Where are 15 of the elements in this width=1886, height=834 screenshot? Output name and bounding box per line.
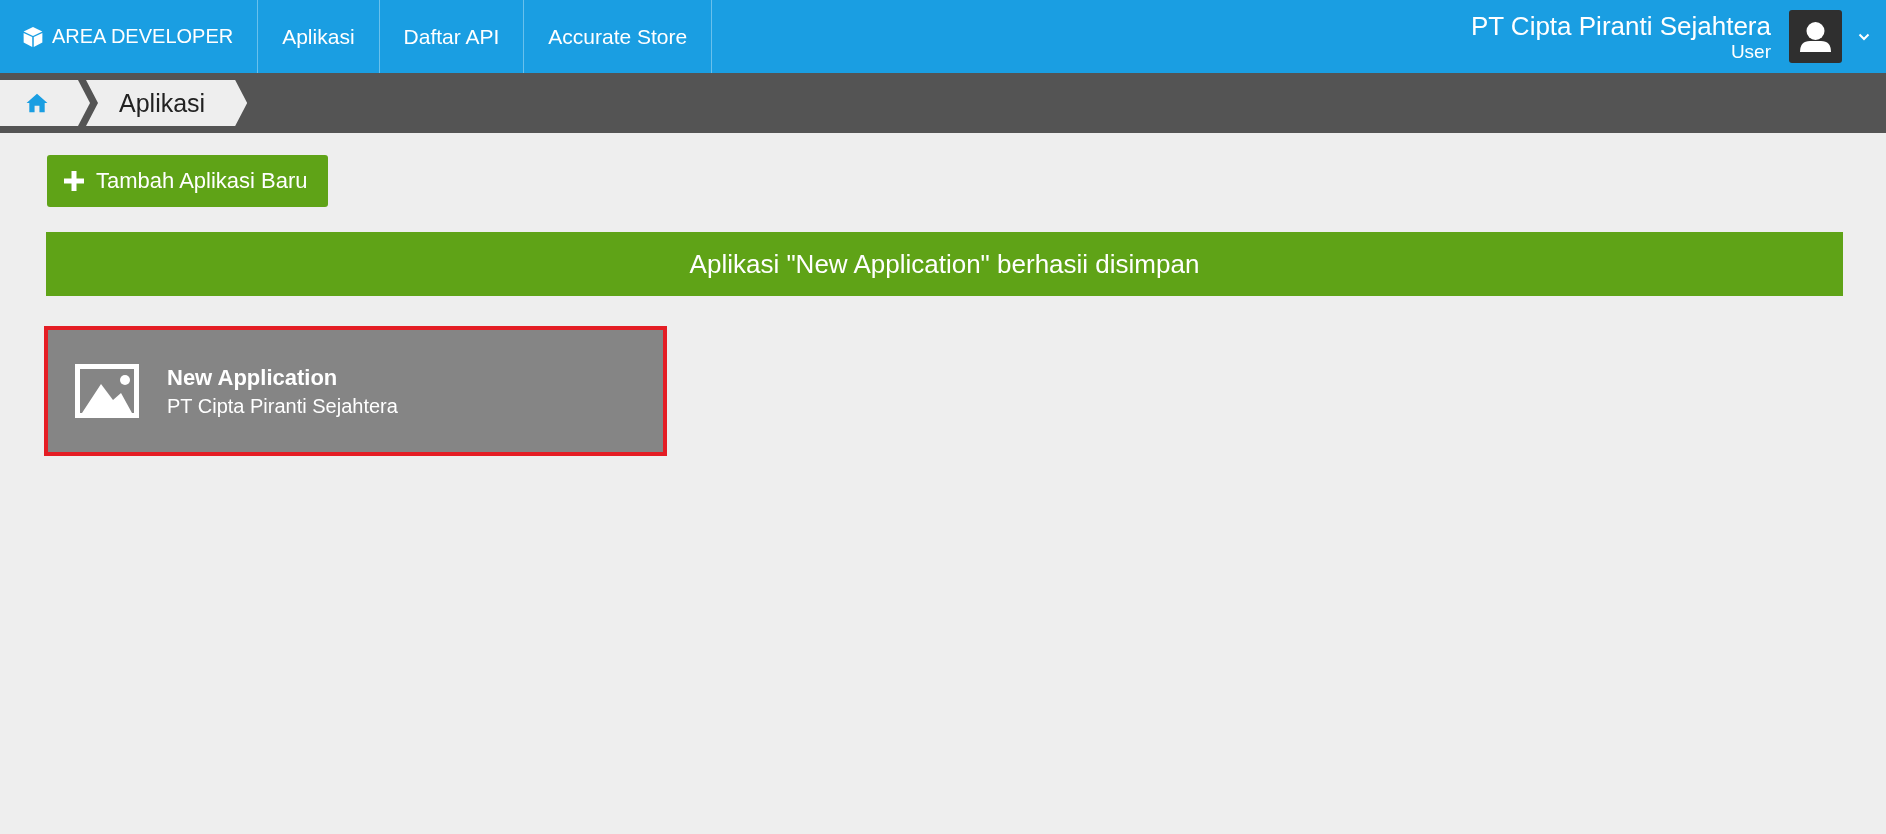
plus-icon — [64, 171, 84, 191]
company-name: PT Cipta Piranti Sejahtera — [1470, 10, 1771, 41]
app-name: New Application — [167, 364, 339, 391]
home-icon — [26, 93, 48, 113]
app-card[interactable]: New Application PT Cipta Piranti Sejahtera — [44, 326, 667, 456]
cube-icon — [22, 25, 44, 48]
caret-icon[interactable] — [1858, 32, 1870, 41]
success-alert: Aplikasi "New Application" berhasii disimpan — [46, 232, 1843, 296]
add-app-button[interactable]: Tambah Aplikasi Baru — [47, 155, 328, 207]
image-icon — [75, 364, 139, 418]
breadcrumb-home[interactable] — [0, 80, 90, 126]
breadcrumb-item: Aplikasi — [86, 80, 248, 126]
user-role: User — [1730, 40, 1771, 63]
avatar-icon[interactable] — [1789, 10, 1842, 63]
app-owner: PT Cipta Piranti Sejahtera — [167, 394, 398, 418]
